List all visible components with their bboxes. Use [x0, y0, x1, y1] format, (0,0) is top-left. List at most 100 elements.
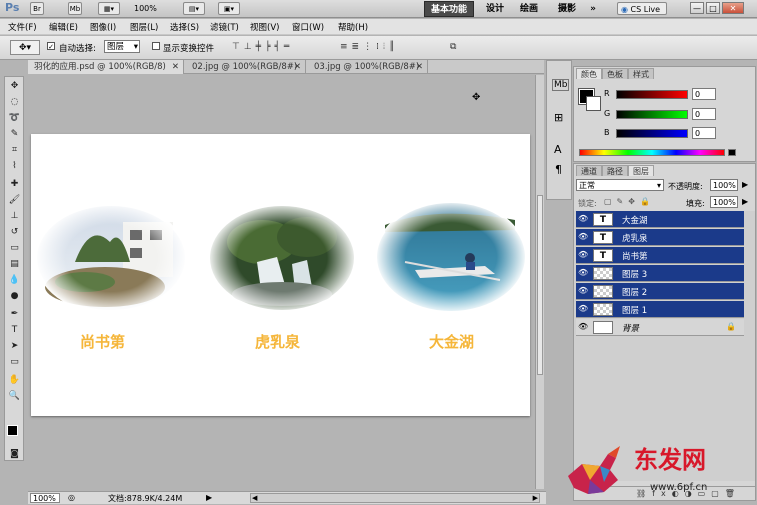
- layer-row[interactable]: 👁 图层 1: [576, 301, 744, 318]
- screen-mode-icon[interactable]: ▣▾: [218, 2, 240, 15]
- auto-align-button[interactable]: ⧉: [450, 42, 456, 52]
- zoom-tool-icon[interactable]: 🔍: [7, 389, 22, 403]
- layer-row[interactable]: 👁 T 虎乳泉: [576, 229, 744, 246]
- tab-channels[interactable]: 通道: [576, 165, 602, 176]
- menu-window[interactable]: 窗口(W): [292, 21, 324, 33]
- maximize-button[interactable]: □: [706, 2, 720, 14]
- document-canvas[interactable]: 尚书第 虎乳泉 大金湖: [31, 134, 530, 416]
- history-panel-icon[interactable]: ⊞: [554, 111, 563, 124]
- close-tab-icon[interactable]: ✕: [172, 60, 179, 74]
- quick-select-tool-icon[interactable]: ✎: [7, 127, 22, 141]
- black-swatch[interactable]: [728, 149, 736, 156]
- blur-tool-icon[interactable]: 💧: [7, 273, 22, 287]
- tab-color[interactable]: 颜色: [576, 68, 602, 79]
- visibility-eye-icon[interactable]: 👁: [578, 215, 588, 223]
- tab-styles[interactable]: 样式: [628, 68, 654, 79]
- channel-g-slider[interactable]: [616, 110, 688, 119]
- lasso-tool-icon[interactable]: ➰: [7, 111, 22, 125]
- dodge-tool-icon[interactable]: ●: [7, 289, 22, 303]
- layer-row[interactable]: 👁 背景 🔒: [576, 319, 744, 336]
- cs-live-button[interactable]: ◉ CS Live: [617, 2, 667, 15]
- close-button[interactable]: ✕: [722, 2, 744, 14]
- mini-bridge-panel-icon[interactable]: Mb: [552, 79, 570, 91]
- clone-stamp-tool-icon[interactable]: ⊥: [7, 209, 22, 223]
- scroll-left-icon[interactable]: ◀: [252, 494, 257, 503]
- hand-tool-icon[interactable]: ✋: [7, 373, 22, 387]
- close-tab-icon[interactable]: ✕: [416, 60, 423, 74]
- horizontal-scrollbar[interactable]: ◀ ▶: [250, 493, 540, 503]
- shape-tool-icon[interactable]: ▭: [7, 355, 22, 369]
- channel-b-slider[interactable]: [616, 129, 688, 138]
- workspace-photography[interactable]: 摄影: [552, 1, 582, 17]
- view-extras-icon[interactable]: ▦▾: [98, 2, 120, 15]
- move-tool-icon[interactable]: ✥: [7, 79, 22, 93]
- visibility-eye-icon[interactable]: 👁: [578, 269, 588, 277]
- color-spectrum-bar[interactable]: [579, 149, 725, 156]
- visibility-eye-icon[interactable]: 👁: [578, 305, 588, 313]
- auto-select-checkbox[interactable]: ✓: [47, 42, 55, 51]
- menu-edit[interactable]: 编辑(E): [49, 21, 78, 33]
- layer-row[interactable]: 👁 T 尚书第: [576, 247, 744, 264]
- menu-select[interactable]: 选择(S): [170, 21, 199, 33]
- tab-layers[interactable]: 图层: [628, 165, 654, 176]
- workspace-design[interactable]: 设计: [480, 1, 510, 17]
- scrollbar-thumb[interactable]: [537, 195, 543, 375]
- doc-tab[interactable]: 03.jpg @ 100%(RGB/8#) ✕: [308, 60, 428, 74]
- menu-image[interactable]: 图像(I): [90, 21, 116, 33]
- menu-view[interactable]: 视图(V): [250, 21, 279, 33]
- pen-tool-icon[interactable]: ✒: [7, 307, 22, 321]
- visibility-eye-icon[interactable]: 👁: [578, 287, 588, 295]
- foreground-color-swatch[interactable]: [7, 425, 18, 436]
- fill-field[interactable]: 100%: [710, 196, 738, 208]
- tool-preset-picker[interactable]: ✥▾: [10, 40, 40, 55]
- more-workspaces-button[interactable]: »: [586, 1, 600, 17]
- auto-select-dropdown[interactable]: 图层 ▾: [104, 40, 140, 53]
- menu-filter[interactable]: 滤镜(T): [210, 21, 239, 33]
- crop-tool-icon[interactable]: ⌗: [7, 143, 22, 157]
- healing-brush-tool-icon[interactable]: ✚: [7, 177, 22, 191]
- show-transform-checkbox[interactable]: [152, 42, 160, 50]
- workspace-painting[interactable]: 绘画: [514, 1, 544, 17]
- workspace-essentials[interactable]: 基本功能: [424, 1, 474, 17]
- arrange-documents-icon[interactable]: ▤▾: [183, 2, 205, 15]
- menu-layer[interactable]: 图层(L): [130, 21, 158, 33]
- mini-bridge-button[interactable]: Mb: [68, 2, 82, 15]
- tab-swatches[interactable]: 色板: [602, 68, 628, 79]
- minimize-button[interactable]: —: [690, 2, 704, 14]
- doc-tab[interactable]: 02.jpg @ 100%(RGB/8#) ✕: [186, 60, 306, 74]
- lock-icons[interactable]: ▢✎✥🔒: [604, 197, 655, 206]
- distribute-buttons[interactable]: ≡≣⋮⁞⦙║: [340, 42, 398, 52]
- character-panel-icon[interactable]: A: [554, 143, 562, 156]
- doc-tab-active[interactable]: 羽化的应用.psd @ 100%(RGB/8) ✕: [28, 60, 184, 74]
- type-tool-icon[interactable]: T: [7, 323, 22, 337]
- history-brush-tool-icon[interactable]: ↺: [7, 225, 22, 239]
- channel-g-value[interactable]: 0: [692, 108, 716, 120]
- align-buttons[interactable]: ⊤⊥╪╞╡═: [232, 42, 293, 52]
- channel-r-slider[interactable]: [616, 90, 688, 99]
- fill-arrow-icon[interactable]: ▶: [742, 197, 748, 206]
- opacity-field[interactable]: 100%: [710, 179, 738, 191]
- visibility-eye-icon[interactable]: 👁: [578, 323, 588, 331]
- zoom-field[interactable]: 100%: [30, 493, 60, 503]
- layer-row[interactable]: 👁 T 大金湖: [576, 211, 744, 228]
- visibility-eye-icon[interactable]: 👁: [578, 251, 588, 259]
- bridge-button[interactable]: Br: [30, 2, 44, 15]
- vertical-scrollbar[interactable]: [535, 75, 544, 489]
- tab-paths[interactable]: 路径: [602, 165, 628, 176]
- blend-mode-dropdown[interactable]: 正常 ▾: [576, 179, 664, 191]
- marquee-tool-icon[interactable]: ◌: [7, 95, 22, 109]
- scroll-right-icon[interactable]: ▶: [533, 494, 538, 503]
- background-color-swatch[interactable]: [586, 96, 601, 111]
- path-select-tool-icon[interactable]: ➤: [7, 339, 22, 353]
- opacity-arrow-icon[interactable]: ▶: [742, 180, 748, 189]
- visibility-eye-icon[interactable]: 👁: [578, 233, 588, 241]
- paragraph-panel-icon[interactable]: ¶: [555, 163, 562, 176]
- layer-row[interactable]: 👁 图层 2: [576, 283, 744, 300]
- zoom-level-dropdown[interactable]: 100%: [134, 4, 157, 13]
- close-tab-icon[interactable]: ✕: [294, 60, 301, 74]
- eraser-tool-icon[interactable]: ▭: [7, 241, 22, 255]
- channel-b-value[interactable]: 0: [692, 127, 716, 139]
- eyedropper-tool-icon[interactable]: ⌇: [7, 159, 22, 173]
- gradient-tool-icon[interactable]: ▤: [7, 257, 22, 271]
- menu-file[interactable]: 文件(F): [8, 21, 37, 33]
